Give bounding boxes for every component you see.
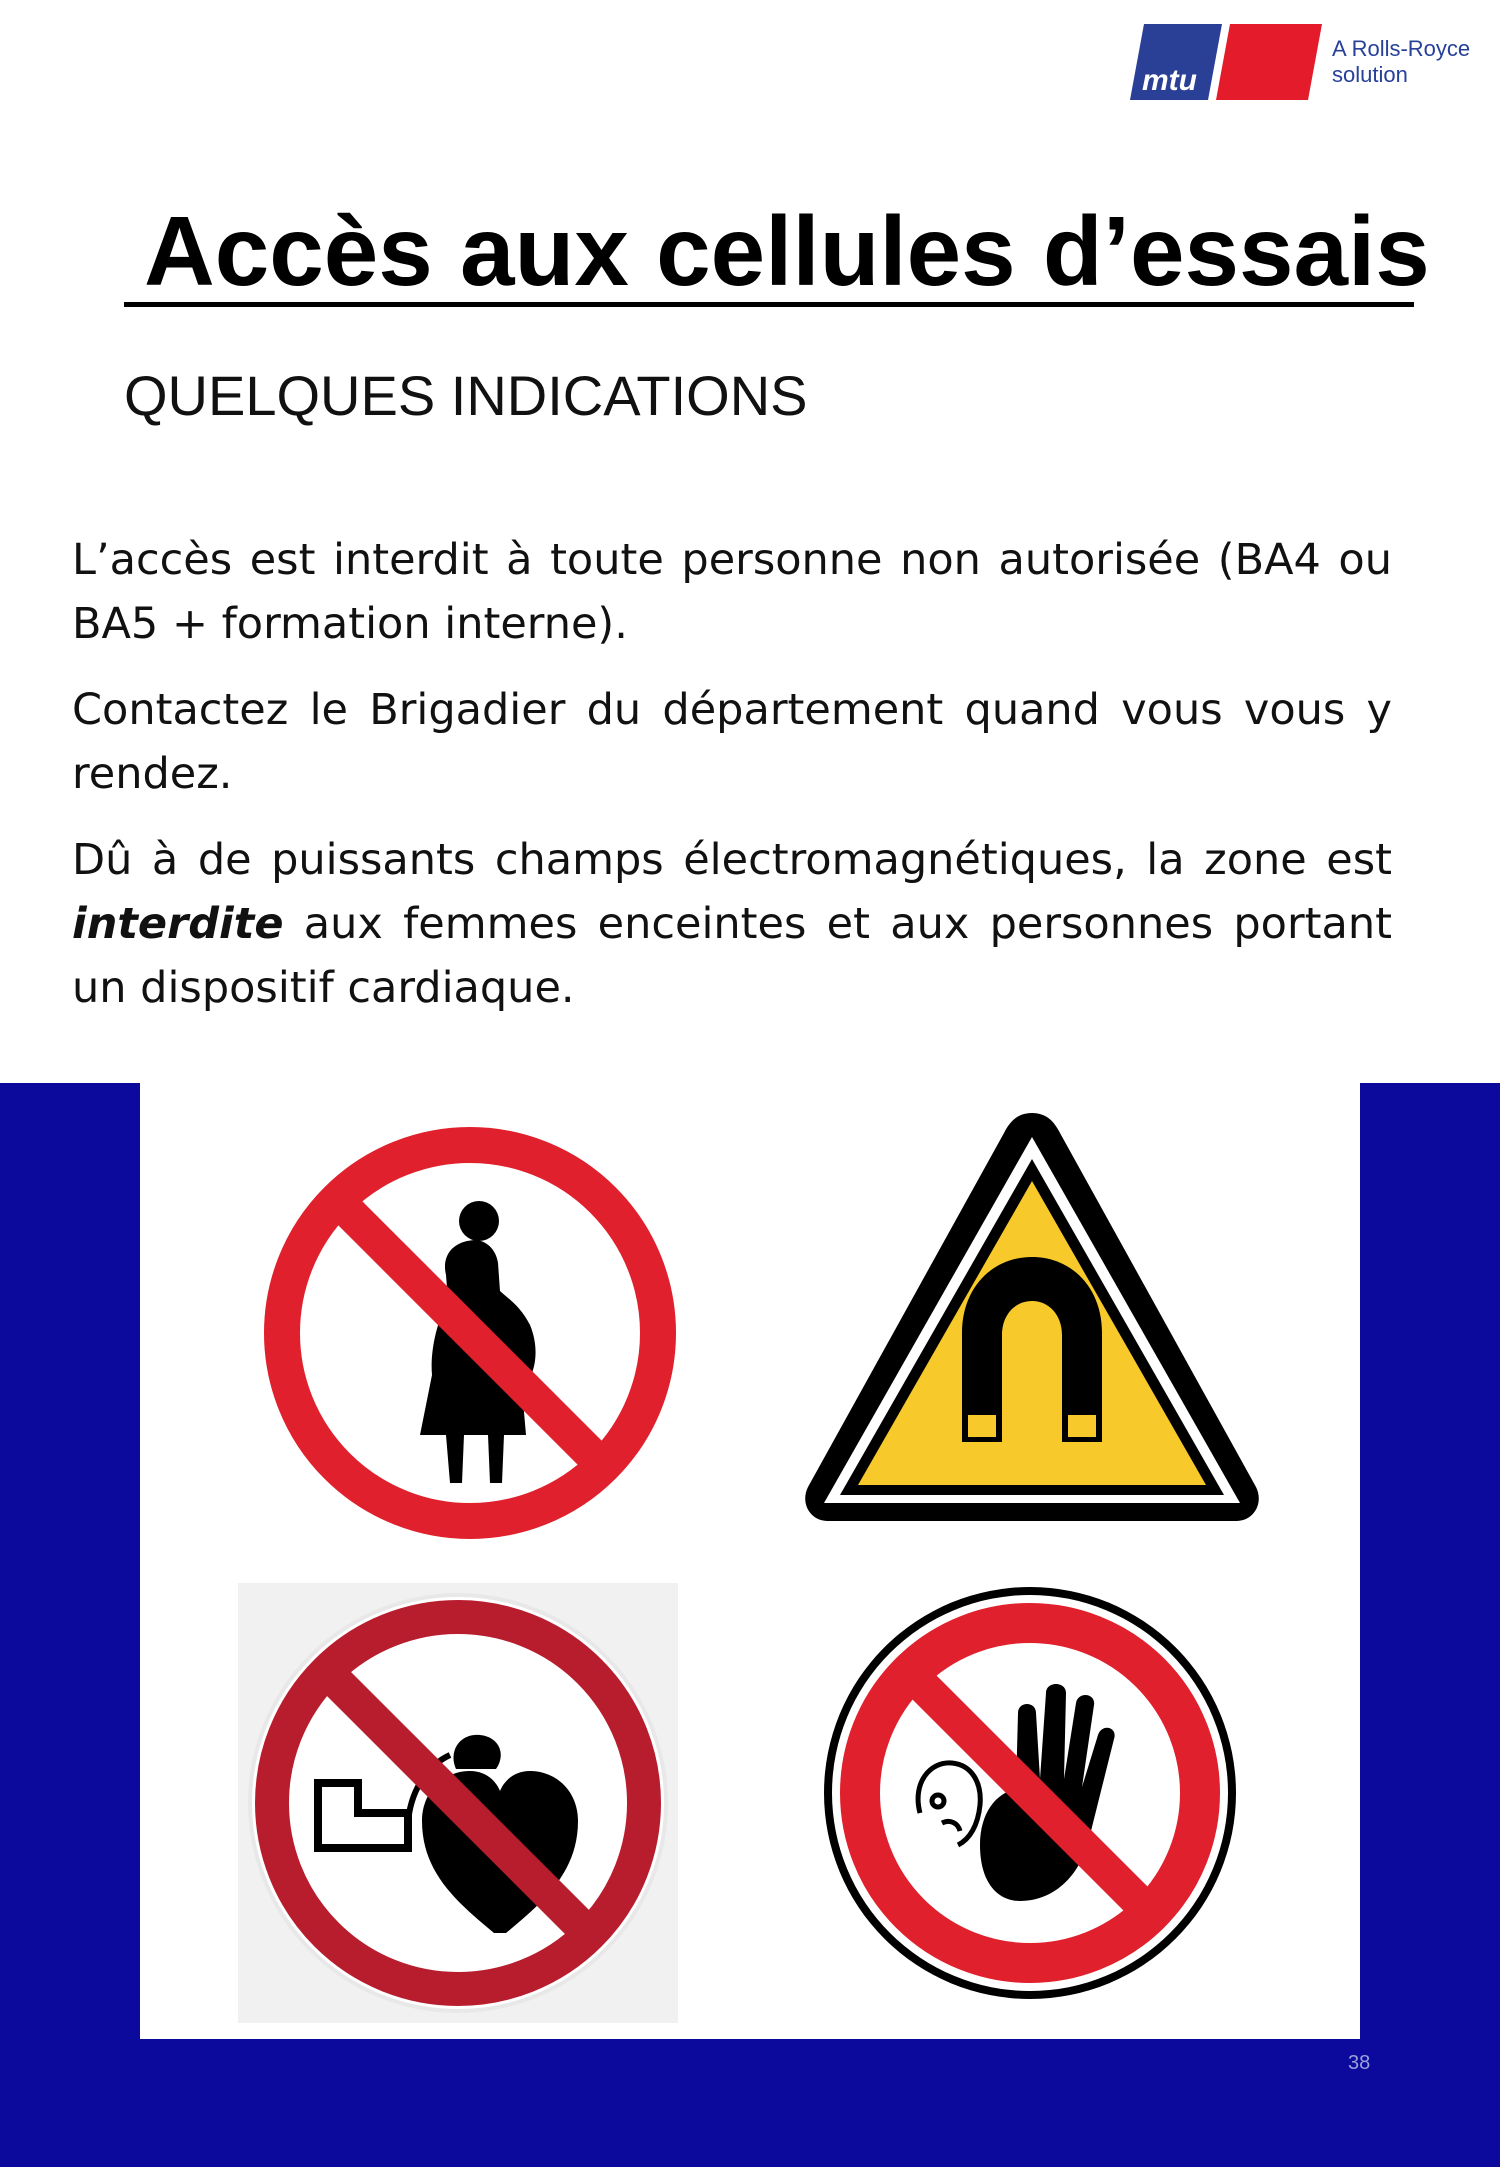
pacemaker-prohibited-icon	[238, 1583, 678, 2023]
pregnant-woman-prohibited-icon	[263, 1126, 677, 1540]
signs-panel	[140, 1083, 1360, 2039]
mtu-logo-icon: mtu	[1130, 24, 1322, 100]
logo-tagline: A Rolls-Royce solution	[1332, 36, 1470, 88]
logo-tagline-line2: solution	[1332, 62, 1408, 87]
logo-tagline-line1: A Rolls-Royce	[1332, 36, 1471, 61]
page-subtitle: QUELQUES INDICATIONS	[124, 364, 808, 427]
page-number: 38	[1348, 2052, 1371, 2074]
paragraph-restriction-start: Dû à de puissants champs électromagnétiq…	[72, 835, 1392, 885]
stop-hand-prohibited-icon	[824, 1587, 1236, 1999]
paragraph-contact: Contactez le Brigadier du département qu…	[72, 685, 1392, 799]
magnet-warning-icon	[805, 1113, 1259, 1521]
body-text: L’accès est interdit à toute personne no…	[72, 528, 1392, 1042]
paragraph-access: L’accès est interdit à toute personne no…	[72, 535, 1392, 649]
page-title: Accès aux cellules d’essais	[144, 196, 1430, 306]
paragraph-restriction: Dû à de puissants champs électromagnétiq…	[72, 828, 1392, 1020]
mtu-logo: mtu A Rolls-Royce solution	[1130, 24, 1480, 104]
emphasis-interdite: interdite	[72, 899, 284, 949]
logo-text: mtu	[1142, 64, 1197, 97]
title-underline	[124, 302, 1414, 307]
